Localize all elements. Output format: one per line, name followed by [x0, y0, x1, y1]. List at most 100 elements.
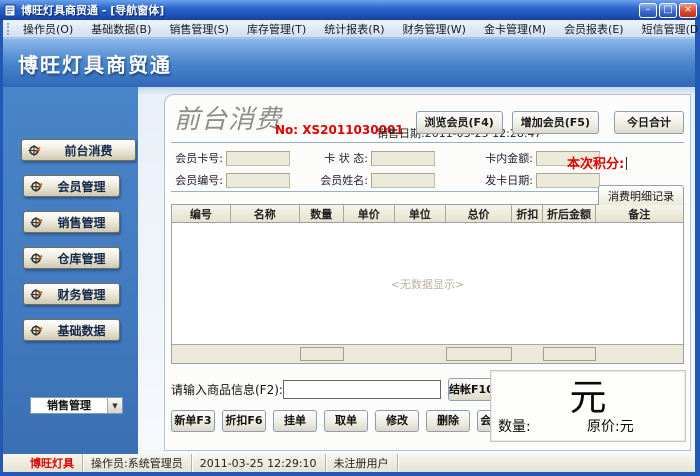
card-issue-date-input[interactable] [536, 172, 600, 188]
summary-qty-box [299, 347, 344, 361]
tab-row: 消费明细记录 [171, 185, 684, 205]
status-brand: 博旺灯具 [3, 454, 83, 472]
member-no-input[interactable] [226, 172, 290, 188]
menu-inventory[interactable]: 库存管理(T) [238, 19, 315, 39]
gear-icon [30, 180, 43, 192]
col-unit[interactable]: 单位 [395, 205, 446, 222]
gear-icon [30, 252, 43, 264]
modify-button[interactable]: 修改 [375, 410, 419, 432]
checkout-button[interactable]: 结帐F10 [447, 377, 495, 401]
menu-sales[interactable]: 销售管理(S) [160, 19, 238, 39]
maximize-button[interactable]: □ [659, 2, 677, 18]
module-dropdown[interactable]: 销售管理 ▼ [30, 397, 123, 414]
card-issue-date-label: 发卡日期: [485, 174, 533, 187]
member-fields: 会员卡号: 卡 状 态: 卡内金额: 会员编号: 会员姓名: 发卡日期: 本次积… [171, 143, 684, 191]
col-total[interactable]: 总价 [446, 205, 513, 222]
window-frame: 操作员(O) 基础数据(B) 销售管理(S) 库存管理(T) 统计报表(R) 财… [0, 20, 700, 475]
sidebar: 前台消费 会员管理 销售管理 仓库管理 财务管理 基础数据 销售管理 ▼ [3, 87, 138, 454]
sidebar-item-label: 销售管理 [57, 215, 106, 230]
sidebar-item-label: 会员管理 [57, 179, 106, 194]
status-license: 未注册用户 [326, 454, 398, 472]
member-name-label: 会员姓名: [320, 174, 368, 187]
sidebar-item-label: 基础数据 [57, 323, 106, 338]
member-name-input[interactable] [371, 172, 435, 188]
chevron-down-icon[interactable]: ▼ [107, 398, 122, 413]
add-member-button[interactable]: 增加会员(F5) [511, 111, 599, 134]
hold-order-button[interactable]: 挂单 [273, 410, 317, 432]
summary-total-box [445, 347, 513, 361]
menu-reports[interactable]: 统计报表(R) [315, 19, 393, 39]
tab-consumption-detail[interactable]: 消费明细记录 [598, 185, 684, 205]
discount-button[interactable]: 折扣F6 [222, 410, 266, 432]
page-header: 前台消费 No: XS2011030001 销售日期:2011-03-25 12… [171, 99, 684, 141]
sidebar-item-sales[interactable]: 销售管理 [23, 211, 120, 233]
sidebar-item-warehouse[interactable]: 仓库管理 [23, 247, 120, 269]
browse-members-button[interactable]: 浏览会员(F4) [415, 111, 503, 134]
banner-title: 博旺灯具商贸通 [18, 52, 172, 77]
menu-sms[interactable]: 短信管理(D) [633, 19, 700, 39]
gear-icon [30, 216, 43, 228]
menu-basic-data[interactable]: 基础数据(B) [82, 19, 160, 39]
sidebar-item-finance[interactable]: 财务管理 [23, 283, 120, 305]
grid-header: 编号 名称 数量 单价 单位 总价 折扣 折后金额 备注 [172, 205, 683, 223]
statusbar: 博旺灯具 操作员:系统管理员 2011-03-25 12:29:10 未注册用户 [3, 454, 695, 472]
today-total-button[interactable]: 今日合计 [614, 111, 684, 134]
grid-empty-state: <无数据显示> [390, 277, 465, 291]
summary-discounted-box [543, 347, 596, 361]
header-buttons: 浏览会员(F4) 增加会员(F5) 今日合计 [415, 111, 684, 134]
app-icon [4, 4, 16, 16]
grid-summary-row [172, 344, 683, 363]
col-id[interactable]: 编号 [172, 205, 231, 222]
gear-icon [30, 288, 43, 300]
col-discount[interactable]: 折扣 [512, 205, 544, 222]
currency-unit: 元 [569, 376, 607, 419]
menu-grip-icon [7, 22, 9, 35]
col-unit-price[interactable]: 单价 [344, 205, 395, 222]
delete-button[interactable]: 删除 [426, 410, 470, 432]
member-card-no-input[interactable] [226, 150, 290, 166]
col-name[interactable]: 名称 [231, 205, 300, 222]
page-title: 前台消费 [174, 105, 283, 135]
sidebar-item-label: 前台消费 [64, 143, 113, 158]
app-window: 博旺灯具商贸通 - [导航窗体] – □ × 操作员(O) 基础数据(B) 销售… [0, 0, 700, 476]
menu-operator[interactable]: 操作员(O) [14, 19, 82, 39]
product-entry-input[interactable] [282, 379, 441, 399]
col-discounted-amount[interactable]: 折后金额 [543, 205, 596, 222]
original-price-label: 原价:元 [587, 419, 634, 435]
menu-member-reports[interactable]: 会员报表(E) [555, 19, 633, 39]
items-grid: 编号 名称 数量 单价 单位 总价 折扣 折后金额 备注 <无数据显示> [171, 204, 684, 364]
member-no-label: 会员编号: [175, 174, 223, 187]
quantity-label: 数量: [498, 419, 531, 435]
minimize-button[interactable]: – [639, 2, 657, 18]
card-balance-label: 卡内金额: [485, 152, 533, 165]
text-caret [626, 157, 628, 170]
app-body: 前台消费 会员管理 销售管理 仓库管理 财务管理 基础数据 销售管理 ▼ 前台消… [3, 87, 695, 454]
card-status-label: 卡 状 态: [324, 152, 368, 165]
price-panel: 元 数量: 原价:元 [490, 370, 686, 442]
sidebar-item-front-desk[interactable]: 前台消费 [21, 139, 136, 161]
new-order-button[interactable]: 新单F3 [171, 410, 215, 432]
status-operator: 操作员:系统管理员 [83, 454, 192, 472]
status-datetime: 2011-03-25 12:29:10 [192, 454, 326, 472]
menubar: 操作员(O) 基础数据(B) 销售管理(S) 库存管理(T) 统计报表(R) 财… [3, 19, 700, 39]
close-button[interactable]: × [679, 2, 697, 18]
product-entry-label: 请输入商品信息(F2): [171, 382, 283, 397]
gear-icon [28, 144, 41, 156]
sidebar-item-basic-data[interactable]: 基础数据 [23, 319, 120, 341]
col-remark[interactable]: 备注 [596, 205, 683, 222]
card-status-input[interactable] [371, 150, 435, 166]
col-qty[interactable]: 数量 [300, 205, 344, 222]
retrieve-order-button[interactable]: 取单 [324, 410, 368, 432]
titlebar: 博旺灯具商贸通 - [导航窗体] – □ × [0, 0, 700, 20]
front-desk-panel: 前台消费 No: XS2011030001 销售日期:2011-03-25 12… [164, 94, 691, 451]
menu-finance[interactable]: 财务管理(W) [394, 19, 475, 39]
module-dropdown-value: 销售管理 [47, 399, 91, 412]
points-label: 本次积分: [567, 153, 628, 172]
sidebar-item-label: 仓库管理 [57, 251, 106, 266]
sidebar-item-label: 财务管理 [57, 287, 106, 302]
menu-gold-card[interactable]: 金卡管理(M) [475, 19, 555, 39]
sidebar-item-members[interactable]: 会员管理 [23, 175, 120, 197]
member-card-no-label: 会员卡号: [175, 152, 223, 165]
banner: 博旺灯具商贸通 [3, 38, 695, 87]
content-area: 前台消费 No: XS2011030001 销售日期:2011-03-25 12… [138, 87, 695, 454]
